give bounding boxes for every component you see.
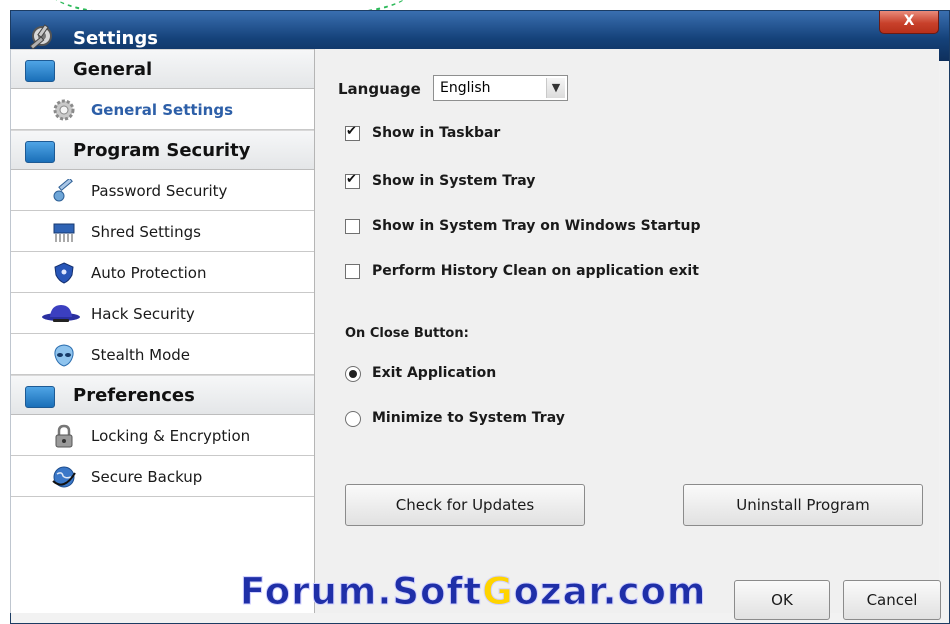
chevron-down-icon[interactable]: ▼: [546, 78, 565, 98]
show-in-taskbar-label: Show in Taskbar: [372, 125, 501, 141]
cancel-button[interactable]: Cancel: [843, 580, 941, 620]
sidebar-item-label: Shred Settings: [91, 223, 201, 241]
language-label: Language: [338, 80, 421, 98]
sidebar-item-label: Hack Security: [91, 305, 195, 323]
sidebar-item-label: Password Security: [91, 182, 228, 200]
alien-icon: [54, 344, 74, 367]
show-tray-on-startup-checkbox[interactable]: [345, 219, 360, 234]
sidebar-item-label: General Settings: [91, 101, 234, 119]
uninstall-program-button[interactable]: Uninstall Program: [683, 484, 923, 526]
minimize-to-tray-label: Minimize to System Tray: [372, 410, 565, 426]
general-folder-icon: [25, 60, 55, 82]
sidebar-item-label: Stealth Mode: [91, 346, 191, 364]
exit-application-radio[interactable]: [345, 366, 361, 382]
show-in-system-tray-label: Show in System Tray: [372, 173, 536, 189]
watermark-part: Forum.Soft: [239, 570, 483, 614]
show-in-taskbar-checkbox[interactable]: [345, 124, 360, 141]
sidebar-item-label: Locking & Encryption: [91, 427, 251, 445]
history-clean-on-exit-checkbox[interactable]: [345, 264, 360, 279]
watermark-part: ozar.com: [513, 570, 707, 614]
sidebar-item-auto-protection[interactable]: Auto Protection: [11, 252, 314, 293]
show-tray-on-startup-label: Show in System Tray on Windows Startup: [372, 218, 701, 234]
on-close-heading: On Close Button:: [345, 326, 469, 341]
category-label: General: [73, 59, 153, 80]
sidebar-item-stealth-mode[interactable]: Stealth Mode: [11, 334, 314, 375]
padlock-icon: [55, 424, 73, 448]
key-icon: [53, 179, 73, 202]
lock-folder-icon: [25, 141, 55, 163]
settings-sidebar: General General Settings Program Securit…: [10, 49, 315, 613]
watermark-text: Forum.SoftGozar.com: [239, 570, 707, 614]
category-general[interactable]: General: [11, 49, 314, 89]
spy-hat-icon: [42, 305, 80, 322]
settings-main-panel: Language English ▼ Show in Taskbar Show …: [315, 49, 941, 620]
category-label: Program Security: [73, 140, 251, 161]
globe-backup-icon: [52, 466, 76, 488]
close-button[interactable]: X: [879, 11, 939, 34]
sidebar-item-password-security[interactable]: Password Security: [11, 170, 314, 211]
language-select[interactable]: English ▼: [433, 75, 568, 101]
window-title: Settings: [73, 28, 158, 49]
ok-button[interactable]: OK: [734, 580, 830, 620]
gear-icon: [53, 99, 75, 121]
category-program-security[interactable]: Program Security: [11, 130, 314, 170]
sidebar-item-shred-settings[interactable]: Shred Settings: [11, 211, 314, 252]
minimize-to-tray-radio[interactable]: [345, 411, 361, 427]
sidebar-item-general-settings[interactable]: General Settings: [11, 89, 314, 130]
sidebar-item-secure-backup[interactable]: Secure Backup: [11, 456, 314, 497]
shield-icon: [54, 262, 74, 284]
settings-tools-icon: [29, 24, 52, 50]
sidebar-item-label: Secure Backup: [91, 468, 203, 486]
check-for-updates-button[interactable]: Check for Updates: [345, 484, 585, 526]
show-in-system-tray-checkbox[interactable]: [345, 172, 360, 189]
watermark-part: G: [482, 570, 514, 614]
shredder-icon: [53, 223, 75, 242]
language-value: English: [440, 80, 491, 96]
exit-application-label: Exit Application: [372, 365, 497, 381]
tools-folder-icon: [25, 386, 55, 408]
category-label: Preferences: [73, 385, 195, 406]
sidebar-item-hack-security[interactable]: Hack Security: [11, 293, 314, 334]
sidebar-item-locking-encryption[interactable]: Locking & Encryption: [11, 415, 314, 456]
history-clean-on-exit-label: Perform History Clean on application exi…: [372, 263, 699, 279]
category-preferences[interactable]: Preferences: [11, 375, 314, 415]
sidebar-item-label: Auto Protection: [91, 264, 207, 282]
